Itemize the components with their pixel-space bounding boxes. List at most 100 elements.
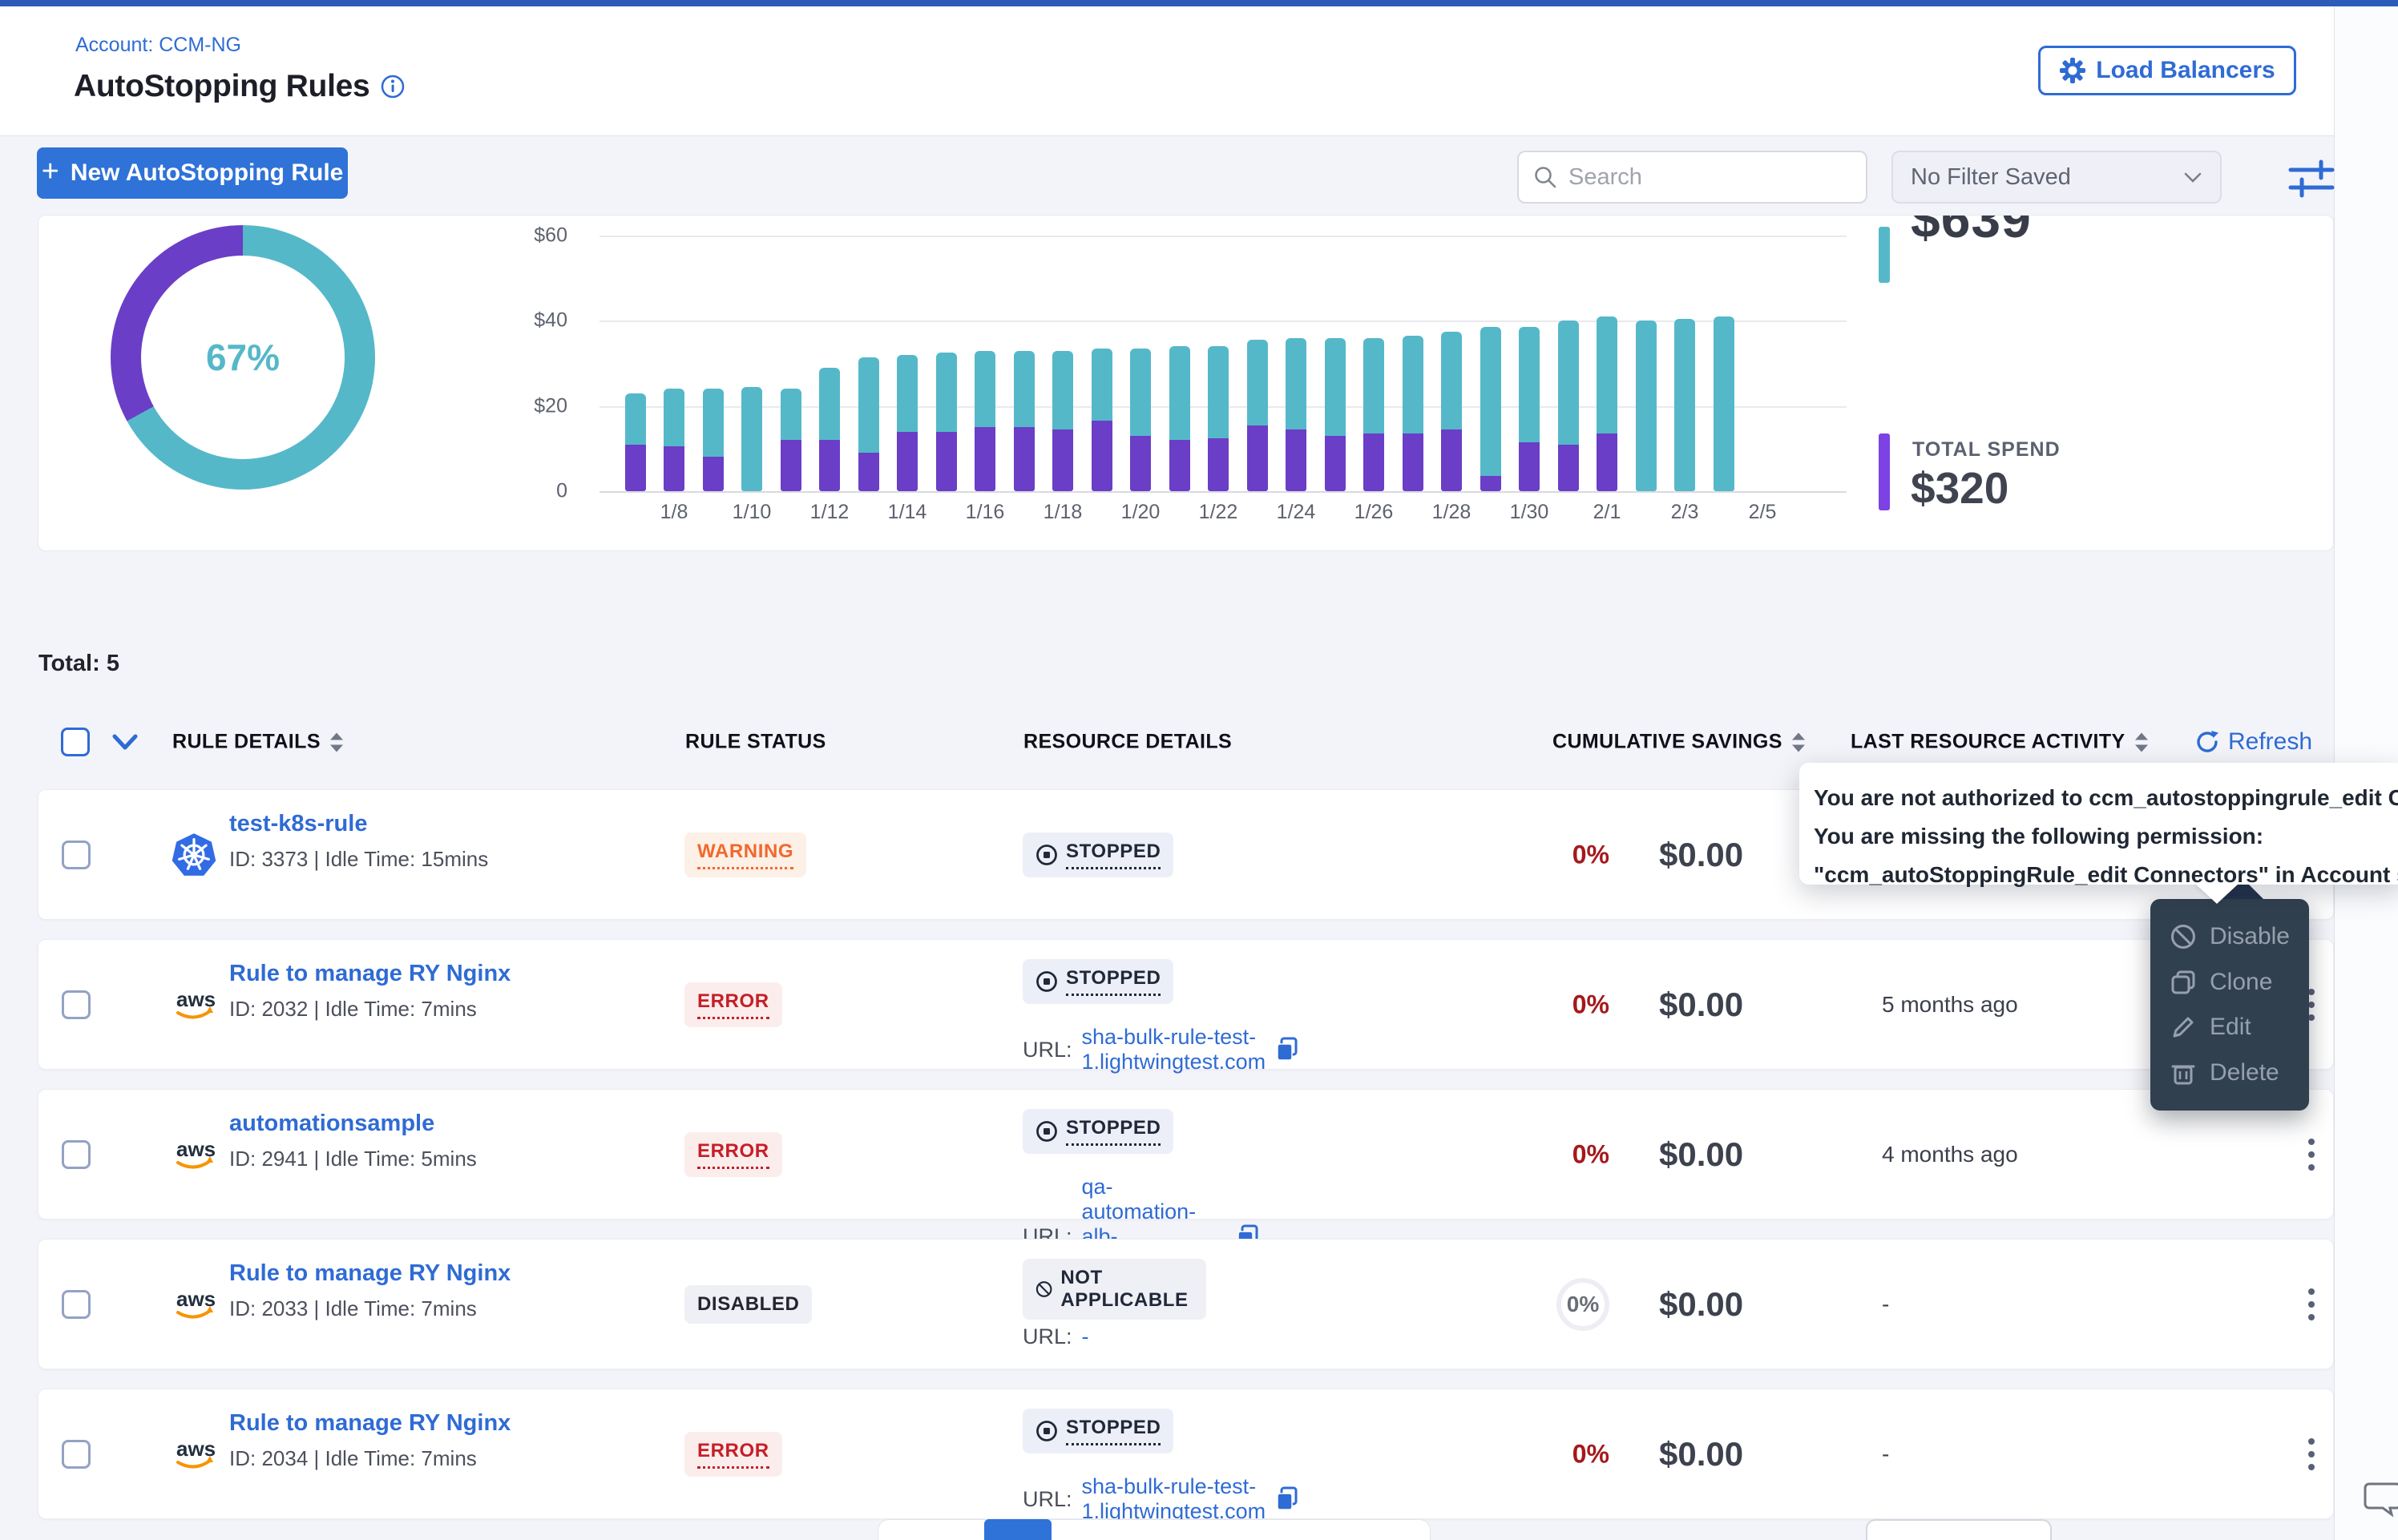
stacked-bar: [1441, 332, 1462, 491]
rule-meta: ID: 2034 | Idle Time: 7mins: [229, 1446, 511, 1471]
pagination-page-size-button[interactable]: [1866, 1519, 2052, 1540]
table-row: aws automationsample ID: 2941 | Idle Tim…: [38, 1089, 2334, 1220]
stacked-bar: [1558, 320, 1579, 491]
load-balancers-button[interactable]: Load Balancers: [2038, 46, 2296, 95]
column-last-resource-activity[interactable]: LAST RESOURCE ACTIVITY: [1851, 731, 2150, 754]
kubernetes-icon: [172, 832, 216, 877]
y-axis-tick: $60: [487, 224, 567, 248]
chat-support-icon[interactable]: [2363, 1476, 2398, 1518]
row-checkbox[interactable]: [62, 841, 91, 869]
search-icon: [1533, 165, 1557, 189]
column-cumulative-savings[interactable]: CUMULATIVE SAVINGS: [1552, 731, 1807, 754]
stacked-bar: [975, 351, 995, 491]
rule-name-link[interactable]: Rule to manage RY Nginx: [229, 961, 511, 987]
y-axis-tick: 0: [487, 480, 567, 503]
rule-status-badge[interactable]: WARNING: [684, 832, 806, 877]
last-activity: 4 months ago: [1882, 1142, 2018, 1167]
edit-icon: [2170, 1014, 2197, 1041]
info-icon[interactable]: [381, 75, 405, 99]
y-axis-tick: $40: [487, 309, 567, 333]
savings-amount: $0.00: [1659, 1435, 1743, 1473]
rule-name-link[interactable]: test-k8s-rule: [229, 811, 488, 837]
stacked-bar: [1674, 319, 1695, 491]
resource-url-link[interactable]: -: [1082, 1324, 1089, 1349]
menu-item-disable[interactable]: Disable: [2150, 915, 2309, 958]
row-checkbox[interactable]: [62, 1140, 91, 1169]
menu-item-clone[interactable]: Clone: [2150, 961, 2309, 1004]
x-axis-tick: 1/12: [810, 501, 850, 524]
column-rule-details[interactable]: RULE DETAILS: [172, 731, 345, 754]
rule-status-badge[interactable]: ERROR: [684, 1432, 782, 1477]
menu-item-edit[interactable]: Edit: [2150, 1006, 2309, 1049]
row-checkbox[interactable]: [62, 990, 91, 1019]
rule-status-badge[interactable]: ERROR: [684, 982, 782, 1027]
permission-tooltip: You are not authorized to ccm_autostoppi…: [1799, 763, 2398, 885]
stacked-bar: [1363, 338, 1384, 491]
stacked-bar: [1480, 327, 1501, 491]
rule-name-link[interactable]: Rule to manage RY Nginx: [229, 1410, 511, 1437]
stacked-bar: [1130, 349, 1151, 491]
savings-percent: 0%: [1572, 1139, 1609, 1168]
select-all-checkbox[interactable]: [61, 728, 90, 756]
last-activity: 5 months ago: [1882, 992, 2018, 1018]
resource-state-badge[interactable]: STOPPED: [1023, 959, 1173, 1004]
copy-icon[interactable]: [1275, 1037, 1299, 1062]
savings-percentage: 67%: [206, 336, 280, 379]
copy-icon[interactable]: [1275, 1486, 1299, 1512]
top-accent-bar: [0, 0, 2398, 6]
gridline: [600, 236, 1847, 237]
stacked-bar: [1247, 340, 1268, 491]
menu-item-delete[interactable]: Delete: [2150, 1051, 2309, 1095]
x-axis-tick: 2/5: [1749, 501, 1777, 524]
account-breadcrumb[interactable]: Account: CCM-NG: [75, 34, 241, 57]
resource-url-link[interactable]: sha-bulk-rule-test-1.lightwingtest.com: [1082, 1474, 1266, 1524]
resource-state-badge[interactable]: STOPPED: [1023, 832, 1173, 877]
search-input[interactable]: [1568, 164, 1851, 191]
gear-icon: [2059, 57, 2086, 84]
row-menu-button[interactable]: [2295, 1432, 2327, 1477]
savings-percent: 0%: [1572, 990, 1609, 1018]
delete-icon: [2170, 1059, 2197, 1086]
savings-percent: 0%: [1556, 1278, 1609, 1331]
x-axis-tick: 1/10: [733, 501, 772, 524]
pagination-active-page[interactable]: [984, 1519, 1052, 1540]
row-checkbox[interactable]: [62, 1440, 91, 1469]
rule-meta: ID: 2941 | Idle Time: 5mins: [229, 1147, 477, 1171]
stacked-bar: [1014, 351, 1035, 491]
refresh-icon: [2194, 729, 2220, 755]
pagination-bar[interactable]: [878, 1519, 1431, 1540]
resource-url-link[interactable]: sha-bulk-rule-test-1.lightwingtest.com: [1082, 1025, 1266, 1074]
sort-icon: [329, 731, 345, 753]
x-axis-tick: 1/8: [660, 501, 688, 524]
sort-icon: [2134, 731, 2150, 753]
new-autostopping-rule-button[interactable]: + New AutoStopping Rule: [37, 147, 348, 199]
resource-state-badge[interactable]: STOPPED: [1023, 1109, 1173, 1154]
aws-icon: aws: [172, 1282, 216, 1327]
column-rule-status: RULE STATUS: [685, 731, 826, 754]
row-menu-button[interactable]: [2295, 1282, 2327, 1327]
filter-panel-icon[interactable]: [2286, 155, 2337, 200]
select-menu-chevron-icon[interactable]: [111, 733, 139, 751]
x-axis-tick: 1/14: [888, 501, 927, 524]
y-axis-tick: $20: [487, 394, 567, 417]
total-count: Total: 5: [38, 651, 119, 677]
resource-state-badge[interactable]: STOPPED: [1023, 1409, 1173, 1453]
resource-state-badge[interactable]: NOT APPLICABLE: [1023, 1259, 1206, 1320]
saved-filter-select[interactable]: No Filter Saved: [1891, 151, 2222, 204]
rule-name-link[interactable]: Rule to manage RY Nginx: [229, 1260, 511, 1287]
stacked-bar: [1325, 338, 1346, 491]
rule-name-link[interactable]: automationsample: [229, 1111, 477, 1137]
rule-status-badge[interactable]: DISABLED: [684, 1285, 812, 1324]
x-axis-tick: 1/26: [1354, 501, 1394, 524]
total-spend-label: TOTAL SPEND: [1912, 438, 2061, 462]
rule-meta: ID: 2032 | Idle Time: 7mins: [229, 997, 511, 1022]
stacked-bar: [664, 389, 684, 491]
x-axis-tick: 1/24: [1277, 501, 1316, 524]
rule-meta: ID: 3373 | Idle Time: 15mins: [229, 847, 488, 872]
stacked-bar: [1597, 316, 1617, 491]
row-checkbox[interactable]: [62, 1290, 91, 1319]
rule-status-badge[interactable]: ERROR: [684, 1132, 782, 1177]
row-menu-button[interactable]: [2295, 1132, 2327, 1177]
x-axis-tick: 1/30: [1510, 501, 1549, 524]
refresh-button[interactable]: Refresh: [2194, 728, 2312, 756]
